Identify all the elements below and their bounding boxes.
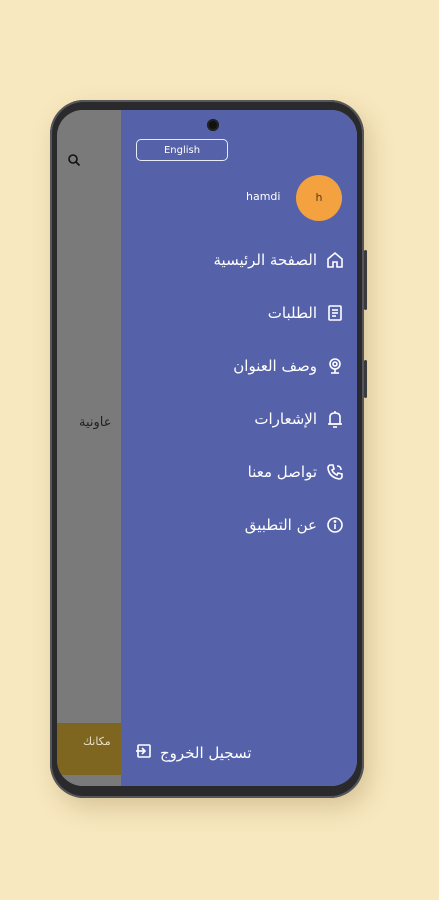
logout-button[interactable]: تسجيل الخروج (135, 738, 252, 768)
orders-icon (325, 303, 345, 323)
phone-side-button (364, 250, 367, 310)
menu-item-label: وصف العنوان (233, 357, 317, 375)
menu-item-label: تواصل معنا (247, 463, 317, 481)
logout-icon (135, 742, 153, 764)
menu-item-home[interactable]: الصفحة الرئيسية (214, 245, 346, 275)
menu-item-contact[interactable]: تواصل معنا (248, 457, 345, 487)
menu-item-orders[interactable]: الطلبات (268, 298, 345, 328)
menu-item-label: الصفحة الرئيسية (213, 251, 318, 269)
phone-side-button (364, 360, 367, 398)
search-icon[interactable] (67, 152, 81, 167)
menu-item-address[interactable]: وصف العنوان (233, 351, 345, 381)
bell-icon (325, 409, 345, 429)
logout-label: تسجيل الخروج (160, 744, 252, 762)
home-icon (325, 250, 345, 270)
menu-item-label: عن التطبيق (244, 516, 317, 534)
front-camera (207, 119, 219, 131)
location-icon (325, 356, 345, 376)
menu-item-label: الطلبات (267, 304, 317, 322)
menu-item-label: الإشعارات (254, 410, 317, 428)
phone-icon (325, 462, 345, 482)
avatar[interactable]: h (296, 175, 342, 221)
background-section-title: عاونية (79, 415, 112, 430)
background-bottom-bar-text: مكانك (83, 735, 111, 748)
menu-item-about[interactable]: عن التطبيق (245, 510, 345, 540)
navigation-drawer: English hamdi h الصفحة الرئيسية الطلبات … (121, 110, 357, 786)
phone-frame: عاونية مكانك English hamdi h الصفحة الرئ… (50, 100, 367, 798)
menu-item-notifications[interactable]: الإشعارات (254, 404, 345, 434)
phone-screen: عاونية مكانك English hamdi h الصفحة الرئ… (57, 110, 357, 786)
user-name: hamdi (246, 190, 281, 203)
info-icon (325, 515, 345, 535)
background-bottom-bar (57, 723, 127, 775)
language-toggle-button[interactable]: English (136, 139, 228, 161)
